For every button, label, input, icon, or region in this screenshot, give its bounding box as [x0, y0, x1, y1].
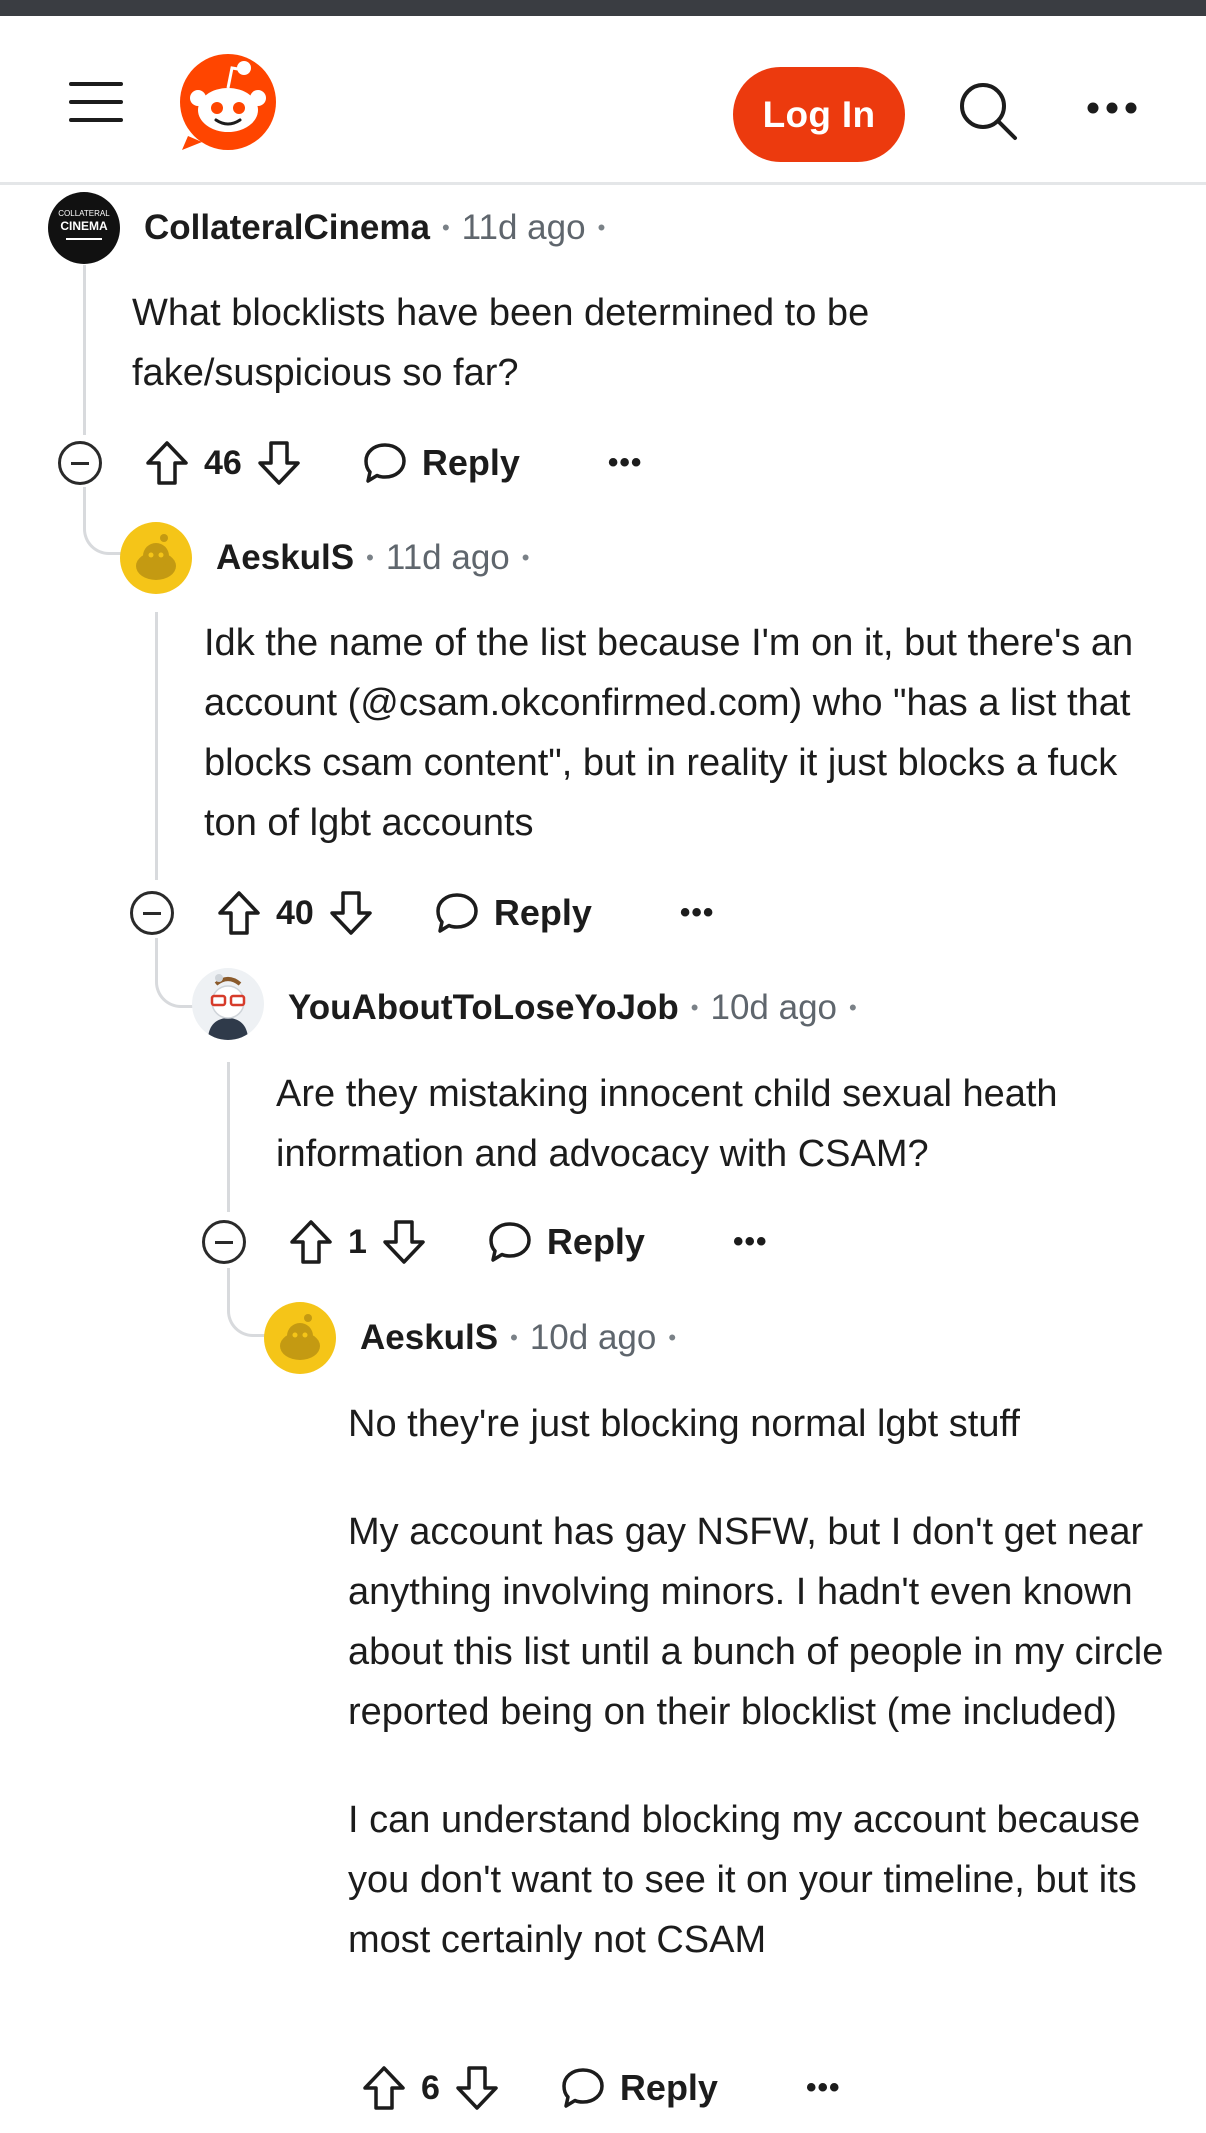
comment-meta: CollateralCinema • 11d ago •	[144, 206, 617, 250]
collapse-icon[interactable]	[130, 891, 174, 935]
more-icon[interactable]	[1080, 90, 1144, 126]
separator-dot: •	[849, 995, 857, 1020]
timestamp: 10d ago	[710, 988, 838, 1027]
vote-count: 1	[348, 1222, 367, 1261]
comment-body: Idk the name of the list because I'm on …	[204, 613, 1164, 853]
username[interactable]: AeskulS	[216, 538, 354, 578]
downvote-icon[interactable]	[454, 2064, 500, 2112]
reddit-logo-icon[interactable]	[176, 50, 280, 154]
comment-paragraph: What blocklists have been determined to …	[132, 292, 870, 394]
comment-actions: 46 Reply •••	[58, 433, 642, 493]
comment-body: No they're just blocking normal lgbt stu…	[348, 1394, 1168, 1970]
comment-body: Are they mistaking innocent child sexual…	[276, 1064, 1166, 1184]
avatar[interactable]	[192, 968, 264, 1040]
reply-label: Reply	[619, 2067, 718, 2108]
comment-meta: AeskulS • 11d ago •	[216, 536, 541, 580]
reply-label: Reply	[421, 442, 520, 483]
vote-count: 40	[276, 893, 314, 932]
reply-button[interactable]: Reply	[362, 441, 520, 485]
comment-paragraph: Are they mistaking innocent child sexual…	[276, 1073, 1058, 1175]
comment-more-button[interactable]: •••	[608, 446, 643, 480]
reply-bubble-icon	[436, 893, 478, 933]
comment-paragraph: No they're just blocking normal lgbt stu…	[348, 1403, 1020, 1445]
reply-label: Reply	[493, 892, 592, 933]
separator-dot: •	[690, 995, 699, 1020]
collapse-icon[interactable]	[202, 1220, 246, 1264]
comment-more-button[interactable]: •••	[806, 2071, 841, 2105]
comment-actions: 6 Reply •••	[361, 2058, 840, 2118]
comment-body: What blocklists have been determined to …	[132, 283, 1032, 403]
svg-text:CINEMA: CINEMA	[60, 219, 108, 233]
menu-icon[interactable]	[64, 72, 128, 132]
app-header: Log In	[0, 16, 1206, 185]
avatar[interactable]	[120, 522, 192, 594]
comment-more-button[interactable]: •••	[733, 1225, 768, 1259]
search-icon[interactable]	[955, 78, 1021, 144]
comment-paragraph: Idk the name of the list because I'm on …	[204, 622, 1134, 844]
separator-dot: •	[597, 215, 606, 240]
downvote-icon[interactable]	[256, 439, 302, 487]
status-strip	[0, 0, 1206, 16]
vote-count: 6	[421, 2068, 440, 2107]
comment-more-button[interactable]: •••	[680, 896, 715, 930]
upvote-icon[interactable]	[144, 439, 190, 487]
login-button[interactable]: Log In	[733, 67, 905, 162]
reply-button[interactable]: Reply	[487, 1220, 645, 1264]
avatar[interactable]: COLLATERAL CINEMA	[48, 192, 120, 264]
upvote-icon[interactable]	[216, 889, 262, 937]
reply-button[interactable]: Reply	[560, 2066, 718, 2110]
comment-actions: 40 Reply •••	[130, 883, 714, 943]
reply-bubble-icon	[562, 2068, 604, 2108]
upvote-icon[interactable]	[361, 2064, 407, 2112]
thread-connector	[227, 1290, 268, 1337]
separator-dot: •	[366, 545, 374, 570]
separator-dot: •	[510, 1325, 518, 1350]
thread-connector	[83, 512, 124, 555]
thread-line	[155, 612, 158, 880]
downvote-icon[interactable]	[328, 889, 374, 937]
comment-meta: AeskulS • 10d ago •	[360, 1316, 688, 1360]
avatar[interactable]	[264, 1302, 336, 1374]
timestamp: 10d ago	[529, 1318, 657, 1357]
timestamp: 11d ago	[385, 538, 510, 577]
comment-paragraph: I can understand blocking my account bec…	[348, 1799, 1141, 1961]
thread-line	[83, 265, 86, 435]
reply-bubble-icon	[364, 443, 406, 483]
thread-line	[227, 1062, 230, 1212]
reply-button[interactable]: Reply	[434, 891, 592, 935]
reply-label: Reply	[546, 1221, 645, 1262]
upvote-icon[interactable]	[288, 1218, 334, 1266]
comment-paragraph: My account has gay NSFW, but I don't get…	[348, 1511, 1164, 1733]
username[interactable]: CollateralCinema	[144, 208, 430, 248]
timestamp: 11d ago	[461, 208, 586, 247]
comment-actions: 1 Reply •••	[202, 1212, 767, 1272]
downvote-icon[interactable]	[381, 1218, 427, 1266]
separator-dot: •	[521, 545, 530, 570]
vote-count: 46	[204, 443, 242, 482]
username[interactable]: YouAboutToLoseYoJob	[288, 988, 679, 1028]
separator-dot: •	[441, 215, 450, 240]
collapse-icon[interactable]	[58, 441, 102, 485]
comment-meta: YouAboutToLoseYoJob • 10d ago •	[288, 986, 869, 1030]
svg-text:COLLATERAL: COLLATERAL	[58, 209, 110, 218]
reply-bubble-icon	[489, 1222, 531, 1262]
thread-connector	[155, 960, 196, 1008]
username[interactable]: AeskulS	[360, 1318, 498, 1358]
separator-dot: •	[668, 1325, 677, 1350]
